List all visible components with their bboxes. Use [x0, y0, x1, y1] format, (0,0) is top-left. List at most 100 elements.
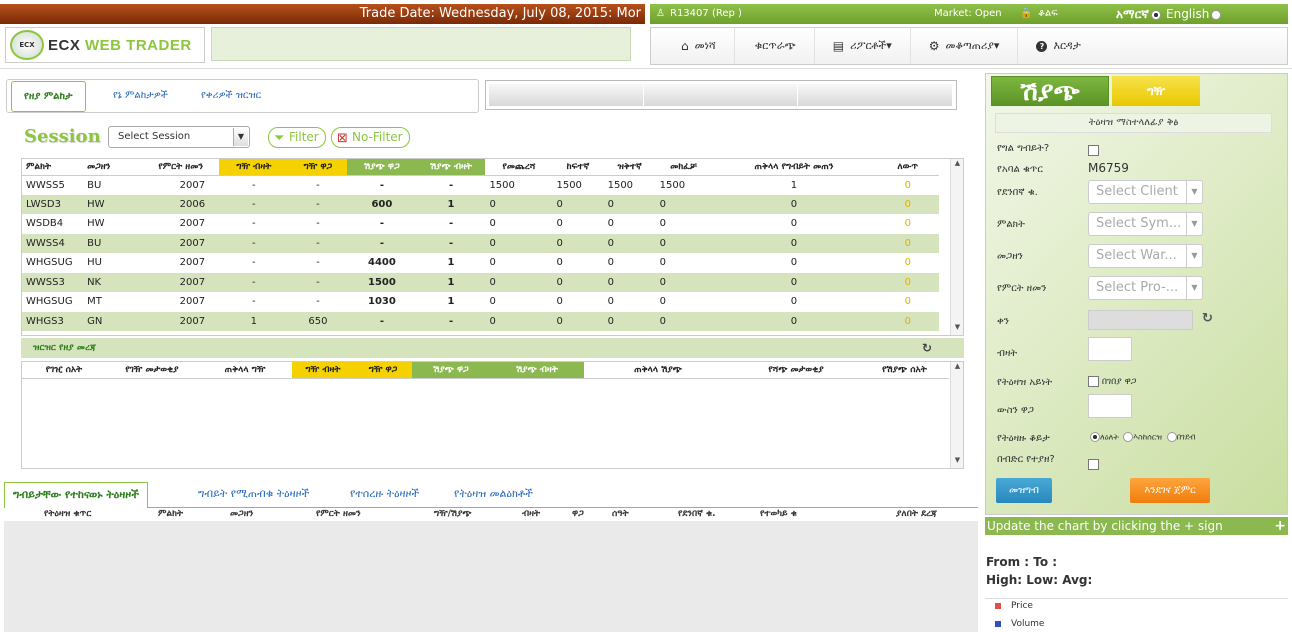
- column-header[interactable]: ግዥ ዋጋ: [354, 362, 412, 379]
- limit-price-input[interactable]: [1088, 394, 1132, 418]
- column-header[interactable]: መጋዘን: [83, 159, 143, 176]
- help-icon: ?: [1036, 40, 1048, 52]
- lock-label[interactable]: ቆልፍ: [1038, 4, 1058, 24]
- column-header[interactable]: የተወካይ ቁ: [760, 509, 797, 519]
- refresh-icon[interactable]: ↻: [1202, 311, 1213, 326]
- column-header[interactable]: ብዛት: [522, 509, 540, 519]
- plus-icon[interactable]: +: [1274, 517, 1286, 535]
- column-header[interactable]: ሽያጭ ብዛት: [416, 159, 486, 176]
- column-header[interactable]: የትዕዛዝ ቁጥር: [44, 509, 91, 519]
- session-select[interactable]: Select Session ▼: [108, 126, 250, 148]
- validity-limit-radio[interactable]: [1166, 432, 1177, 442]
- quantity-input[interactable]: [1088, 337, 1132, 361]
- column-header[interactable]: ሽያጭ ዋጋ: [347, 159, 417, 176]
- nav-pieces[interactable]: ቁርጥራጭ: [735, 28, 815, 64]
- table-row[interactable]: WHGS3 GN 2007 1 650- -0 0 0 0 0 0: [22, 311, 939, 331]
- column-header[interactable]: ግዥ ብዛት: [292, 362, 354, 379]
- tab-order-messages[interactable]: የትዕዛዝ መልዕክቶች: [446, 482, 541, 508]
- column-header[interactable]: ሽያጭ ዋጋ: [412, 362, 490, 379]
- client-select[interactable]: Select Client ▼: [1088, 180, 1203, 204]
- prod-year-select[interactable]: Select Pro-... ▼: [1088, 276, 1203, 300]
- tab-my-watch[interactable]: የኔ ምልከታዎች: [101, 80, 180, 112]
- scroll-up-icon[interactable]: ▲: [951, 362, 964, 374]
- column-header[interactable]: የምርት ዘመን: [142, 159, 220, 176]
- table-row[interactable]: WSDB4 HW 2007 - - - - 0 0 0 0 0 0: [22, 214, 939, 234]
- own-trade-checkbox[interactable]: [1088, 144, 1099, 156]
- column-header[interactable]: ዋጋ: [572, 509, 584, 519]
- column-header[interactable]: ለውጥ: [876, 159, 939, 176]
- column-header[interactable]: ሽያጭ ብዛት: [490, 362, 584, 379]
- refresh-icon[interactable]: ↻: [922, 338, 932, 358]
- bidder-checkbox[interactable]: [1088, 458, 1099, 470]
- lang-english[interactable]: English: [1166, 4, 1222, 24]
- tab-cancelled-orders[interactable]: የተሰረዙ ትዕዛዞች: [342, 482, 427, 508]
- table-cell: 0: [485, 194, 553, 214]
- column-header[interactable]: የምርት ዘመን: [316, 509, 361, 519]
- table-cell: -: [316, 296, 320, 308]
- nav-home[interactable]: ⌂ መነሻ: [651, 28, 735, 64]
- column-header[interactable]: ምልክት: [22, 159, 84, 176]
- tab-pending-orders[interactable]: ግብይት የሚጠብቁ ትዕዛዞች: [190, 482, 317, 508]
- tab-sell[interactable]: ሽያጭ: [991, 76, 1109, 107]
- column-header[interactable]: የደንበኛ ቁ.: [678, 509, 716, 519]
- column-header[interactable]: ጠቅላላ የግብይት መጠን: [711, 159, 877, 176]
- validity-day-radio[interactable]: [1090, 432, 1100, 442]
- warehouse-select[interactable]: Select War... ▼: [1088, 244, 1203, 268]
- scroll-down-icon[interactable]: ▼: [951, 456, 964, 468]
- column-header[interactable]: ግዥ/ሽያጭ: [434, 509, 472, 519]
- detail-table-scrollbar[interactable]: ▲ ▼: [950, 362, 963, 468]
- restart-button[interactable]: እንደገና ጀምር: [1130, 478, 1210, 503]
- column-header[interactable]: ጠቅላላ ሽያጭ: [584, 362, 732, 379]
- column-header[interactable]: መክፈቻ: [655, 159, 712, 176]
- validity-gtc-radio[interactable]: [1123, 432, 1134, 442]
- scroll-down-icon[interactable]: ▼: [951, 323, 963, 335]
- column-header[interactable]: የሻጭ መታወቂያ: [732, 362, 860, 379]
- lang-amharic-radio[interactable]: [1150, 9, 1161, 20]
- table-cell: -: [288, 233, 348, 253]
- column-header[interactable]: ምልክት: [158, 509, 183, 519]
- column-header[interactable]: የገዢ ሰአት: [22, 362, 106, 379]
- table-cell: 2006: [142, 194, 220, 214]
- symbol-select[interactable]: Select Sym... ▼: [1088, 212, 1203, 236]
- table-cell: HW: [87, 218, 105, 230]
- column-header[interactable]: ጠቅላላ ግዥ: [198, 362, 292, 379]
- column-header[interactable]: የገዥ መታወቂያ: [106, 362, 198, 379]
- table-row[interactable]: WWSS5 BU 2007 - - - - 1500 1500 1500 1500 1 0: [22, 175, 939, 195]
- table-row[interactable]: WHGSUG HU 2007 - - 4400 1 0 0 0 0 0 0: [22, 253, 939, 273]
- table-row[interactable]: LWSD3 HW 2006- -600 1 0 0 0 0 0 0: [22, 194, 939, 214]
- register-button[interactable]: መዝግብ: [996, 478, 1052, 503]
- nav-reports[interactable]: ▤ ሪፖርቶች▾: [815, 28, 911, 64]
- column-header[interactable]: የመጨረሻ: [485, 159, 553, 176]
- table-cell: WWSS3: [22, 272, 84, 292]
- detail-title-bar: ዝርዝር የዘያ መረጃ ↻: [21, 338, 964, 358]
- nav-settings[interactable]: ⚙ መቆጣጠሪያ▾: [911, 28, 1019, 64]
- market-table-scrollbar[interactable]: ▲ ▼: [950, 159, 963, 335]
- column-header[interactable]: ሰዓት: [612, 509, 629, 519]
- column-header[interactable]: ከፍተኛ: [552, 159, 604, 176]
- column-header[interactable]: ዝቅተኛ: [603, 159, 656, 176]
- no-filter-button[interactable]: ⊠ No-Filter: [331, 127, 410, 148]
- lang-english-radio[interactable]: [1211, 9, 1222, 20]
- column-header[interactable]: ግዥ ዋጋ: [288, 159, 348, 176]
- table-row[interactable]: WWSS4 BU 2007- - - -0 0 0 0 0 0: [22, 233, 939, 253]
- nav-help-label: እርዳታ: [1053, 39, 1081, 52]
- date-input[interactable]: [1088, 310, 1193, 330]
- market-price-checkbox[interactable]: [1088, 376, 1099, 387]
- logo[interactable]: ECX ECX WEB TRADER: [5, 27, 205, 63]
- column-header[interactable]: መጋዘን: [230, 509, 253, 519]
- lang-amharic[interactable]: አማርኛ: [1116, 4, 1161, 24]
- column-header[interactable]: ግዥ ብዛት: [219, 159, 289, 176]
- table-row[interactable]: WHGSUG MT 2007 - - 1030 1 0 0 0 0 0 0: [22, 292, 939, 312]
- tab-market-watch[interactable]: የዘያ ምልከታ: [11, 81, 86, 112]
- filter-button[interactable]: ⏷ Filter: [268, 127, 326, 148]
- column-header[interactable]: የሽያጭ ሰአት: [860, 362, 949, 379]
- tab-buy[interactable]: ግዥ: [1112, 76, 1200, 106]
- column-header[interactable]: ያለበት ደረጃ: [896, 509, 937, 519]
- table-row[interactable]: WWSS3 NK 2007- -1500 1 0 0 0 0 0 0: [22, 272, 939, 292]
- scroll-up-icon[interactable]: ▲: [951, 159, 963, 171]
- nav-help[interactable]: ? እርዳታ: [1018, 28, 1098, 64]
- tab-executed-orders[interactable]: ግብይታቸው የተከናወኑ ትዕዛዞች: [4, 482, 148, 508]
- lock-icon[interactable]: 🔒: [1020, 4, 1032, 24]
- market-price-option[interactable]: በገበያ ዋጋ: [1088, 376, 1136, 387]
- tab-remaining-list[interactable]: የቀሪዎች ዝርዝር: [189, 80, 273, 112]
